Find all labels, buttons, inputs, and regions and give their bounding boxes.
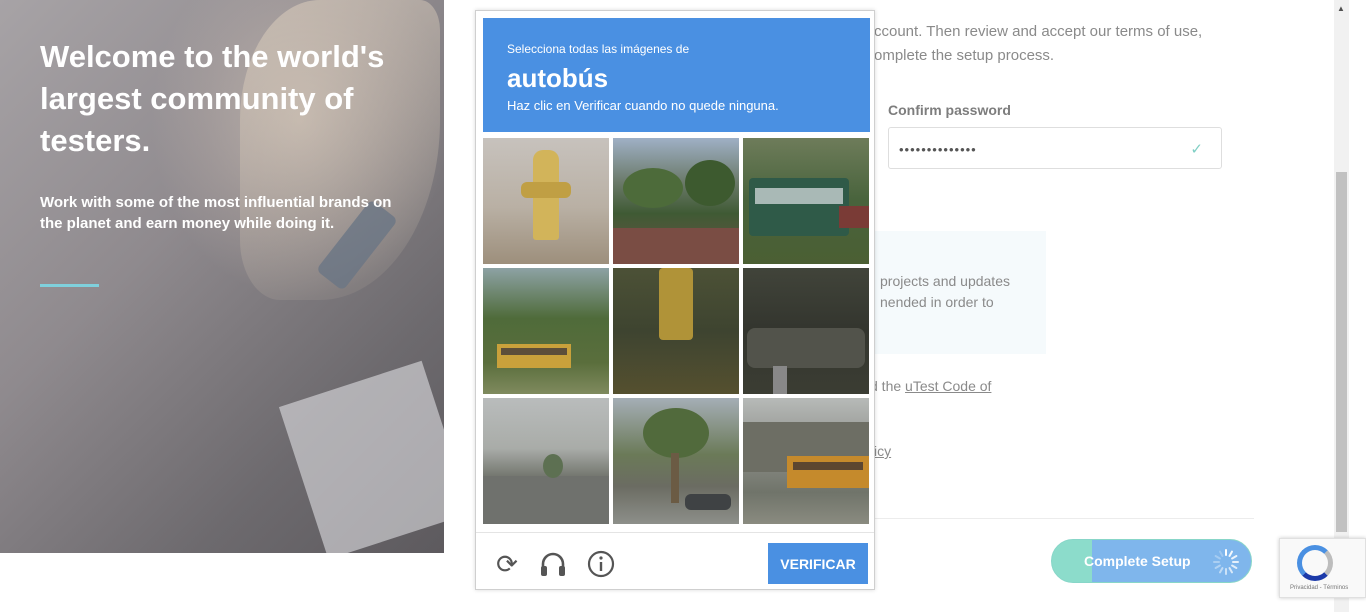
captcha-footer: ⟳ VERIFICAR: [476, 532, 874, 589]
audio-icon[interactable]: [538, 549, 568, 579]
tile-dark-shadow[interactable]: [743, 268, 869, 394]
privacy-policy-link[interactable]: icy: [874, 443, 891, 459]
confirm-password-label: Confirm password: [888, 102, 1011, 118]
captcha-hint: Haz clic en Verificar cuando no quede ni…: [507, 98, 779, 113]
page-scrollbar[interactable]: ▲: [1334, 0, 1349, 612]
captcha-header: Selecciona todas las imágenes de autobús…: [483, 18, 870, 132]
info-box: projects and updates nended in order to: [868, 231, 1046, 354]
complete-setup-button[interactable]: Complete Setup: [1051, 539, 1252, 583]
page: Welcome to the world's largest community…: [0, 0, 1366, 612]
form-divider: [868, 518, 1254, 519]
tile-palm-street[interactable]: [613, 398, 739, 524]
info-text: projects and updates nended in order to: [880, 273, 1010, 310]
hero-subtitle: Work with some of the most influential b…: [40, 194, 392, 232]
hero-paper-image: [278, 360, 444, 553]
confirm-password-input[interactable]: [899, 139, 1179, 159]
hero-panel: Welcome to the world's largest community…: [0, 0, 444, 553]
recaptcha-badge-text[interactable]: Privacidad - Términos: [1290, 585, 1348, 591]
recaptcha-logo-icon: [1297, 545, 1333, 581]
scroll-up-arrow-icon[interactable]: ▲: [1337, 4, 1345, 13]
hero-accent-bar: [40, 284, 99, 287]
tile-school-bus-trees[interactable]: [483, 268, 609, 394]
complete-setup-label: Complete Setup: [1084, 553, 1191, 569]
coc-prefix: d the: [870, 378, 906, 394]
tile-school-bus-building[interactable]: [743, 398, 869, 524]
captcha-target: autobús: [507, 63, 609, 93]
loading-spinner-icon: [1213, 549, 1239, 575]
recaptcha-badge[interactable]: Privacidad - Términos: [1279, 538, 1366, 598]
tile-palms[interactable]: [613, 138, 739, 264]
code-of-conduct-text: d the uTest Code of: [870, 378, 991, 394]
tile-hydrant-dark[interactable]: [613, 268, 739, 394]
tile-green-bus[interactable]: [743, 138, 869, 264]
tile-hydrant[interactable]: [483, 138, 609, 264]
scrollbar-thumb[interactable]: [1336, 172, 1347, 532]
form-intro-text: ccount. Then review and accept our terms…: [874, 23, 1203, 64]
info-icon[interactable]: [586, 549, 616, 579]
hero-title: Welcome to the world's largest community…: [40, 39, 385, 158]
tile-road[interactable]: [483, 398, 609, 524]
captcha-challenge: Selecciona todas las imágenes de autobús…: [475, 10, 875, 590]
verify-button[interactable]: VERIFICAR: [768, 543, 868, 584]
check-icon: ✓: [1190, 141, 1203, 158]
confirm-password-field[interactable]: ✓: [888, 127, 1222, 169]
captcha-instruction: Selecciona todas las imágenes de: [507, 42, 690, 56]
reload-icon[interactable]: ⟳: [492, 549, 522, 579]
code-of-conduct-link[interactable]: uTest Code of: [905, 378, 991, 394]
